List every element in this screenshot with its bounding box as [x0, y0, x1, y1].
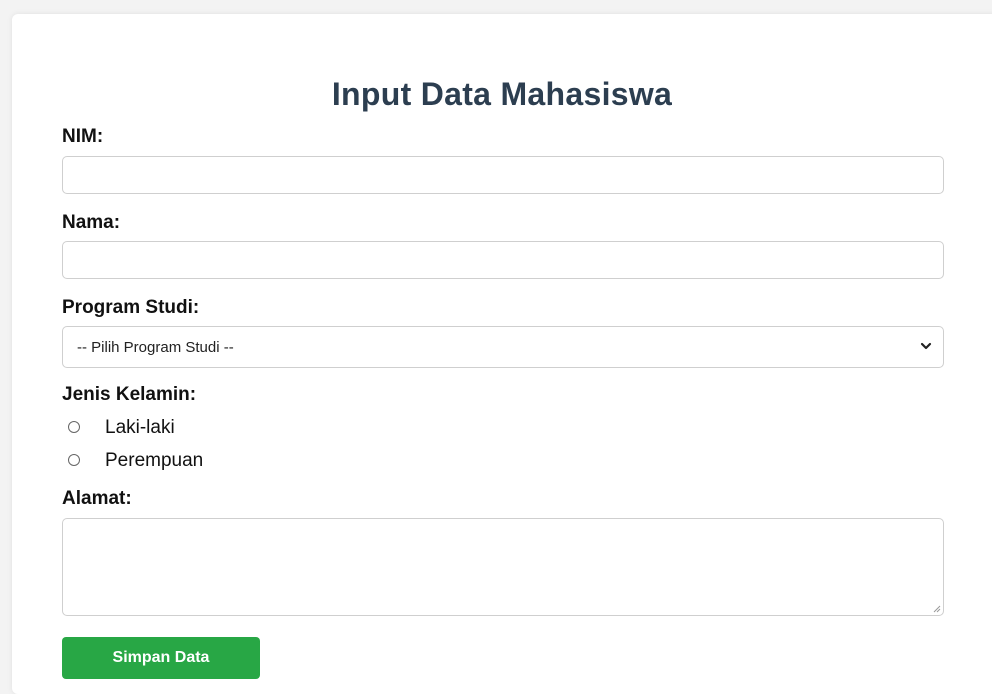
program-studi-label: Program Studi:	[62, 297, 200, 318]
page-title: Input Data Mahasiswa	[331, 76, 673, 112]
form-card: Input Data Mahasiswa NIM: Nama: Program …	[12, 14, 992, 694]
resize-grip-icon[interactable]	[931, 603, 941, 613]
nama-input[interactable]	[62, 241, 944, 279]
nim-label: NIM:	[62, 126, 104, 147]
alamat-label: Alamat:	[62, 488, 132, 509]
jenis-kelamin-label: Jenis Kelamin:	[62, 384, 197, 405]
simpan-data-button[interactable]: Simpan Data	[62, 637, 260, 679]
nim-input[interactable]	[62, 156, 944, 194]
program-studi-select[interactable]: -- Pilih Program Studi --	[62, 326, 944, 368]
radio-laki-laki[interactable]	[68, 421, 80, 433]
radio-label-laki-laki: Laki-laki	[105, 417, 175, 438]
alamat-textarea[interactable]	[62, 518, 944, 616]
chevron-down-icon	[920, 342, 932, 350]
program-studi-selected-value: -- Pilih Program Studi --	[77, 339, 234, 356]
radio-perempuan[interactable]	[68, 454, 80, 466]
radio-label-perempuan: Perempuan	[105, 450, 204, 471]
nama-label: Nama:	[62, 212, 121, 233]
